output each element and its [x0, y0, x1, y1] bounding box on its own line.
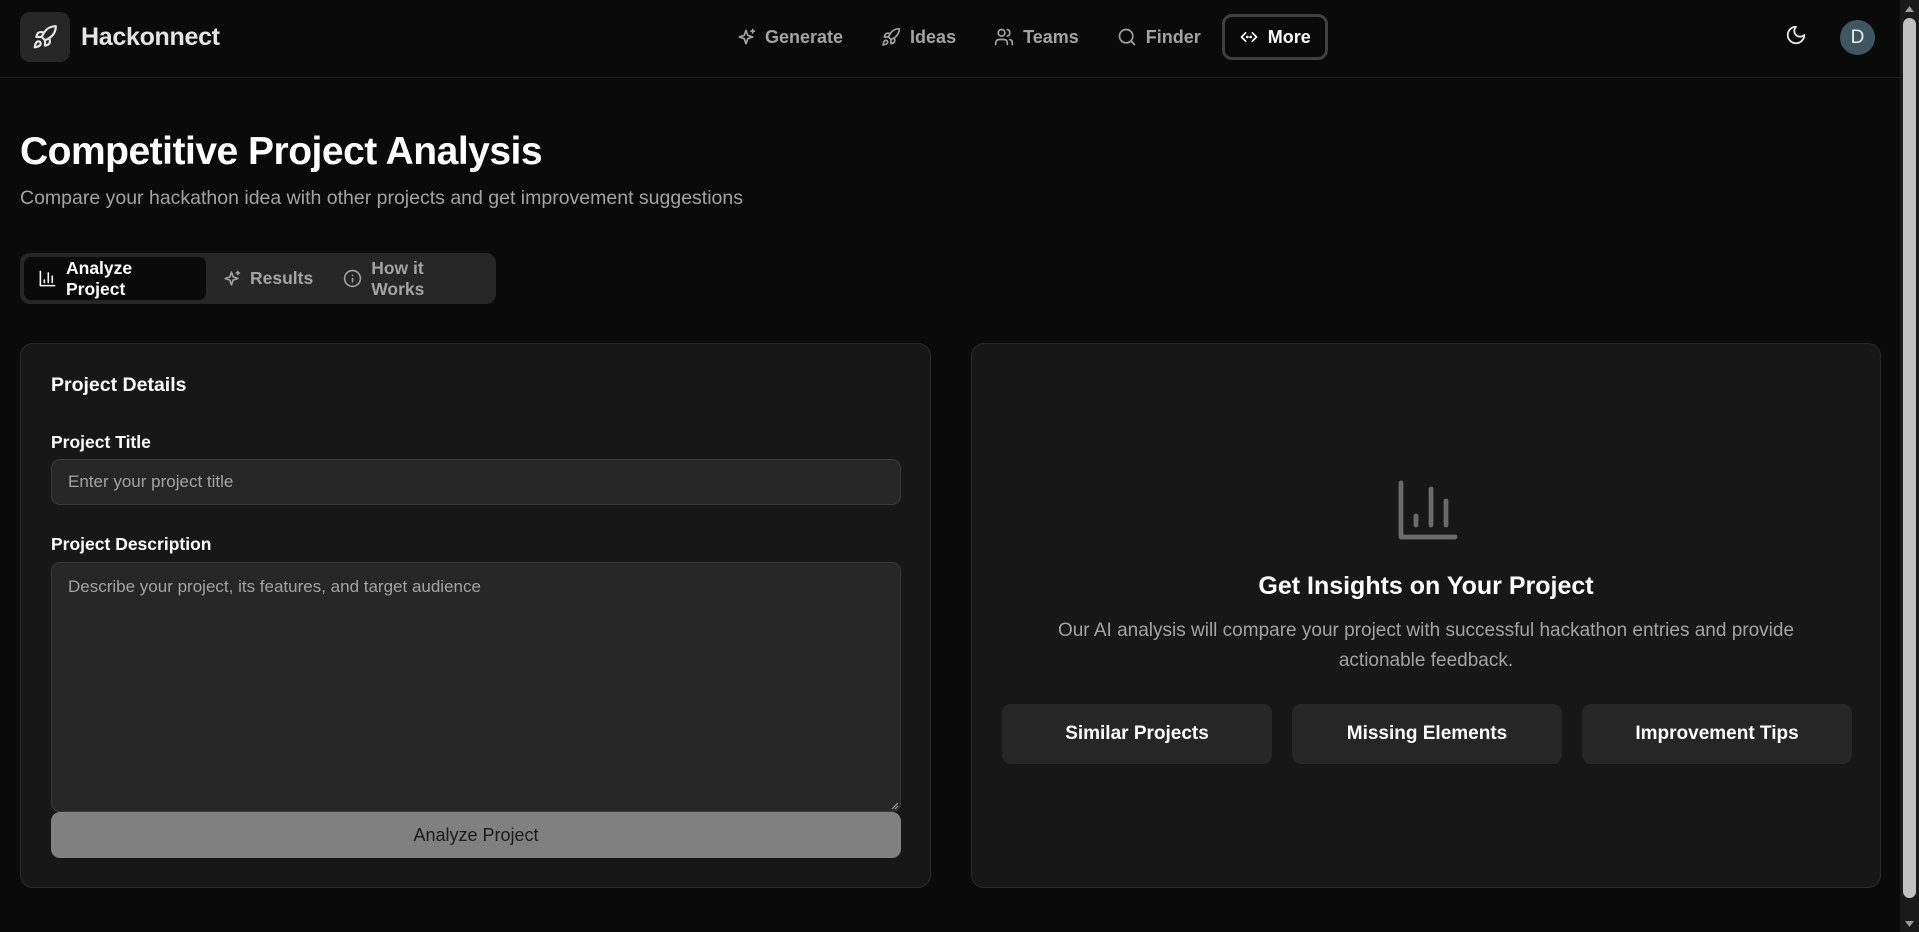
rocket-icon	[881, 27, 901, 47]
tab-results[interactable]: Results	[208, 257, 327, 300]
code-icon	[1239, 27, 1259, 47]
analyze-project-button[interactable]: Analyze Project	[51, 812, 901, 858]
nav-item-teams[interactable]: Teams	[977, 14, 1096, 60]
nav-label: Generate	[765, 26, 844, 47]
page-scrollbar[interactable]	[1900, 0, 1919, 932]
main-nav: Generate Ideas Teams Finder More	[719, 14, 1328, 60]
nav-label: Ideas	[910, 26, 957, 47]
page: Hackonnect Generate Ideas Teams Finder M…	[0, 0, 1919, 932]
top-navbar: Hackonnect Generate Ideas Teams Finder M…	[0, 0, 1900, 78]
nav-label: Teams	[1023, 26, 1079, 47]
tab-list: Analyze Project Results How it Works	[20, 253, 496, 304]
tab-analyze-project[interactable]: Analyze Project	[24, 257, 207, 300]
insights-title: Get Insights on Your Project	[1258, 572, 1594, 600]
page-subtitle: Compare your hackathon idea with other p…	[20, 187, 743, 209]
nav-item-finder[interactable]: Finder	[1100, 14, 1218, 60]
scroll-up-arrow-icon[interactable]	[1900, 0, 1919, 17]
bar-chart-icon	[38, 269, 57, 288]
project-description-textarea[interactable]	[51, 562, 901, 812]
project-title-label: Project Title	[51, 432, 151, 452]
nav-item-generate[interactable]: Generate	[719, 14, 860, 60]
tab-how-it-works[interactable]: How it Works	[329, 257, 492, 300]
feature-missing-elements: Missing Elements	[1292, 704, 1562, 764]
insights-description: Our AI analysis will compare your projec…	[1057, 620, 1795, 671]
sparkles-icon	[736, 27, 756, 47]
tab-label: Results	[250, 268, 314, 288]
scrollbar-thumb[interactable]	[1903, 18, 1916, 898]
card-title: Project Details	[51, 374, 187, 396]
app-name: Hackonnect	[81, 22, 220, 51]
bar-chart-icon	[1392, 474, 1464, 546]
nav-label: More	[1267, 26, 1311, 47]
resize-handle-icon[interactable]	[889, 800, 899, 810]
sparkles-icon	[222, 269, 241, 288]
scroll-down-arrow-icon[interactable]	[1900, 915, 1919, 932]
insights-card: Get Insights on Your Project Our AI anal…	[971, 343, 1881, 888]
nav-label: Finder	[1145, 26, 1201, 47]
users-icon	[994, 27, 1014, 47]
brand[interactable]: Hackonnect	[20, 12, 220, 62]
rocket-icon	[20, 12, 70, 62]
tab-label: How it Works	[371, 257, 425, 299]
nav-item-ideas[interactable]: Ideas	[864, 14, 973, 60]
project-details-card: Project Details Project Title Project De…	[20, 343, 931, 888]
moon-icon[interactable]	[1785, 24, 1811, 50]
feature-improvement-tips: Improvement Tips	[1582, 704, 1852, 764]
tab-label: Analyze Project	[66, 257, 133, 299]
project-title-input[interactable]	[51, 459, 901, 505]
page-title: Competitive Project Analysis	[20, 130, 543, 173]
search-icon	[1117, 27, 1137, 47]
nav-item-more[interactable]: More	[1221, 14, 1328, 60]
avatar[interactable]: D	[1840, 20, 1875, 55]
feature-list: Similar Projects Missing Elements Improv…	[1002, 704, 1852, 764]
feature-similar-projects: Similar Projects	[1002, 704, 1272, 764]
project-description-label: Project Description	[51, 534, 212, 554]
info-icon	[343, 269, 362, 288]
